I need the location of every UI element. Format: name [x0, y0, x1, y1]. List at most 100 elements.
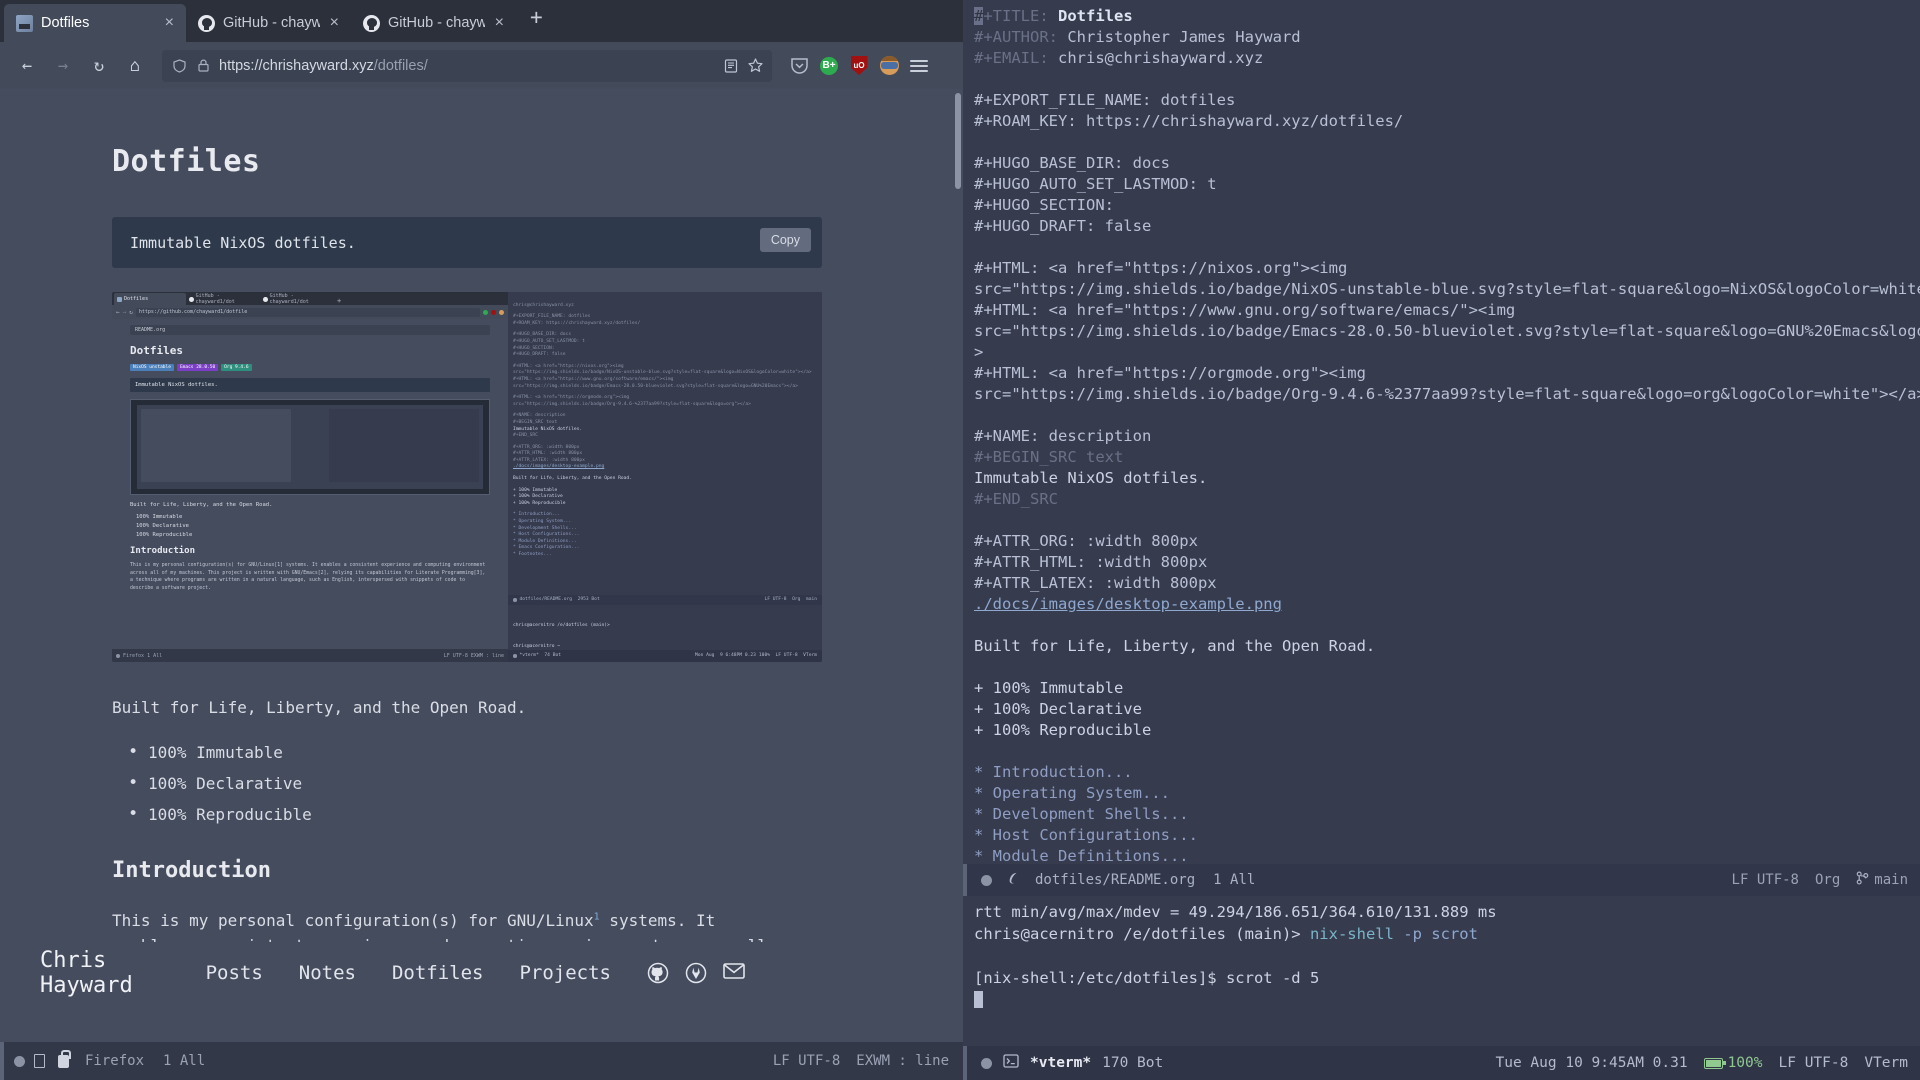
browser-nav-bar: ← → ↻ ⌂ https://chrishayward.xyz/dotfile…: [0, 42, 963, 89]
browser-tab-2[interactable]: GitHub - chayward1/dotfi ×: [351, 4, 516, 42]
tab-close-button[interactable]: ×: [493, 15, 506, 31]
modeline-branch: main: [1874, 872, 1908, 888]
browser-tab-1[interactable]: GitHub - chayward1/dotfi ×: [186, 4, 351, 42]
footnote-ref[interactable]: 1: [594, 911, 600, 922]
org-line: #+NAME: description: [974, 427, 1152, 445]
thumb-heading: Dotfiles: [130, 344, 183, 357]
git-branch-icon: [1856, 871, 1869, 889]
org-line: #+HUGO_BASE_DIR: docs: [974, 154, 1170, 172]
org-line: ./docs/images/desktop-example.png: [974, 595, 1282, 613]
lock-icon: [58, 1049, 71, 1068]
org-line: [969, 615, 1920, 636]
bitwarden-icon[interactable]: B+: [816, 53, 842, 79]
org-line: #+EMAIL: chris@chrishayward.xyz: [974, 49, 1264, 67]
reader-view-icon[interactable]: [723, 58, 739, 74]
reload-button[interactable]: ↻: [82, 49, 116, 83]
thumb-tab-title: Dotfiles: [124, 296, 149, 302]
features-list: 100% Immutable 100% Declarative 100% Rep…: [128, 742, 963, 824]
social-links: [647, 962, 963, 984]
thumb-bullet-1: 100% Declarative: [136, 523, 189, 529]
org-line: Immutable NixOS dotfiles.: [974, 469, 1208, 487]
thumb-bullet-0: 100% Immutable: [136, 514, 183, 520]
list-item: 100% Declarative: [128, 773, 963, 793]
thumb-url: https://github.com/chayward1/dotfile: [138, 309, 248, 315]
github-favicon: [198, 14, 215, 32]
modeline-right-group: LF UTF-8 Org main: [1732, 871, 1908, 889]
modeline-major-mode: Org: [1814, 872, 1841, 888]
thumb-modeline-right: LF UTF-8 EXWM : line: [443, 652, 504, 659]
org-line: src="https://img.shields.io/badge/Org-9.…: [974, 385, 1920, 403]
ublock-origin-icon[interactable]: uO: [846, 53, 872, 79]
firefox-window: Dotfiles × GitHub - chayward1/dotfi × Gi…: [0, 0, 963, 1080]
org-line: #+HUGO_DRAFT: false: [974, 217, 1152, 235]
modeline-encoding: LF UTF-8: [772, 1053, 841, 1069]
thumb-org-path: chris@chrishayward.xyz: [513, 302, 574, 308]
file-icon: [34, 1054, 45, 1068]
org-line: + 100% Immutable: [974, 679, 1124, 697]
org-mode-icon: [1006, 871, 1021, 890]
modeline-right-group: Tue Aug 10 9:45AM 0.31 100% LF UTF-8 VTe…: [1496, 1055, 1908, 1071]
org-line: #+HUGO_AUTO_SET_LASTMOD: t: [974, 175, 1217, 193]
org-line: [969, 69, 1920, 90]
modeline-major-mode: VTerm: [1864, 1055, 1908, 1071]
battery-indicator: 100%: [1703, 1055, 1763, 1071]
account-avatar-icon[interactable]: [876, 53, 902, 79]
org-line: Built for Life, Liberty, and the Open Ro…: [974, 637, 1376, 655]
tab-title: GitHub - chayward1/dotfi: [388, 15, 485, 31]
nav-link-dotfiles[interactable]: Dotfiles: [392, 962, 484, 984]
vterm-buffer[interactable]: rtt min/avg/max/mdev = 49.294/186.651/36…: [963, 896, 1920, 1046]
thumb-modeline-left: Firefox 1 All: [123, 652, 163, 659]
pocket-icon[interactable]: [786, 53, 812, 79]
code-block: Immutable NixOS dotfiles. Copy: [112, 217, 822, 268]
thumb-org-modeline-right: LF UTF-8 Org main: [764, 596, 817, 602]
bookmark-star-icon[interactable]: [747, 58, 763, 74]
org-buffer[interactable]: #+TITLE: Dotfiles #+AUTHOR: Christopher J…: [963, 0, 1920, 864]
modeline-accent-bar: [963, 864, 967, 896]
tab-close-button[interactable]: ×: [328, 15, 341, 31]
modeline-major-mode: EXWM : line: [856, 1053, 949, 1069]
org-line: [969, 237, 1920, 258]
new-tab-button[interactable]: +: [516, 5, 555, 35]
org-line: [969, 657, 1920, 678]
browser-tab-0[interactable]: Dotfiles ×: [4, 4, 186, 42]
nav-link-projects[interactable]: Projects: [519, 962, 611, 984]
page-viewport: Dotfiles Immutable NixOS dotfiles. Copy …: [0, 89, 963, 1042]
hamburger-icon: [910, 59, 928, 72]
avatar: [879, 56, 899, 75]
back-button[interactable]: ←: [10, 49, 44, 83]
shield-icon[interactable]: [171, 58, 187, 74]
org-line: #+AUTHOR: Christopher James Hayward: [974, 28, 1301, 46]
home-button[interactable]: ⌂: [118, 49, 152, 83]
thumb-tab2: GitHub - chayward1/dot: [195, 293, 235, 305]
copy-button[interactable]: Copy: [759, 228, 811, 252]
buffer-modified-dot: [14, 1055, 25, 1067]
url-host: https://chrishayward.xyz: [219, 57, 374, 74]
tab-close-button[interactable]: ×: [163, 15, 176, 31]
thumb-term1: chris@acernitro /e/dotfiles (main)>: [513, 623, 610, 628]
url-bar[interactable]: https://chrishayward.xyz/dotfiles/: [162, 49, 772, 82]
clock: Tue Aug 10 9:45AM 0.31: [1495, 1055, 1688, 1071]
forward-button[interactable]: →: [46, 49, 80, 83]
nav-link-notes[interactable]: Notes: [299, 962, 356, 984]
org-modeline: dotfiles/README.org 1 All LF UTF-8 Org m…: [963, 864, 1920, 896]
nav-link-posts[interactable]: Posts: [206, 962, 263, 984]
thumb-tab3: GitHub - chayward1/dot: [269, 293, 309, 305]
page-scrollbar[interactable]: [955, 93, 961, 189]
thumb-bullet-2: 100% Reproducible: [136, 532, 193, 538]
github-icon[interactable]: [647, 962, 669, 984]
org-line: #+HUGO_SECTION:: [974, 196, 1114, 214]
site-brand[interactable]: Chris Hayward: [40, 948, 148, 998]
open-application-menu-button[interactable]: [906, 53, 932, 79]
org-line: * Module Definitions...: [974, 847, 1189, 864]
lock-icon[interactable]: [195, 58, 211, 74]
thumb-code: Immutable NixOS dotfiles.: [130, 378, 490, 392]
org-line: #+ATTR_ORG: :width 800px: [974, 532, 1198, 550]
thumb-vterm-right: Mon Aug 9 6:48PM 0.23: [695, 652, 756, 658]
buffer-modified-dot: [981, 874, 992, 886]
org-line: #+ROAM_KEY: https://chrishayward.xyz/dot…: [974, 112, 1404, 130]
modeline-right-group: LF UTF-8 EXWM : line: [773, 1053, 949, 1069]
gitlab-icon[interactable]: [685, 962, 707, 984]
battery-level: 100%: [1727, 1055, 1763, 1071]
email-icon[interactable]: [723, 962, 745, 984]
